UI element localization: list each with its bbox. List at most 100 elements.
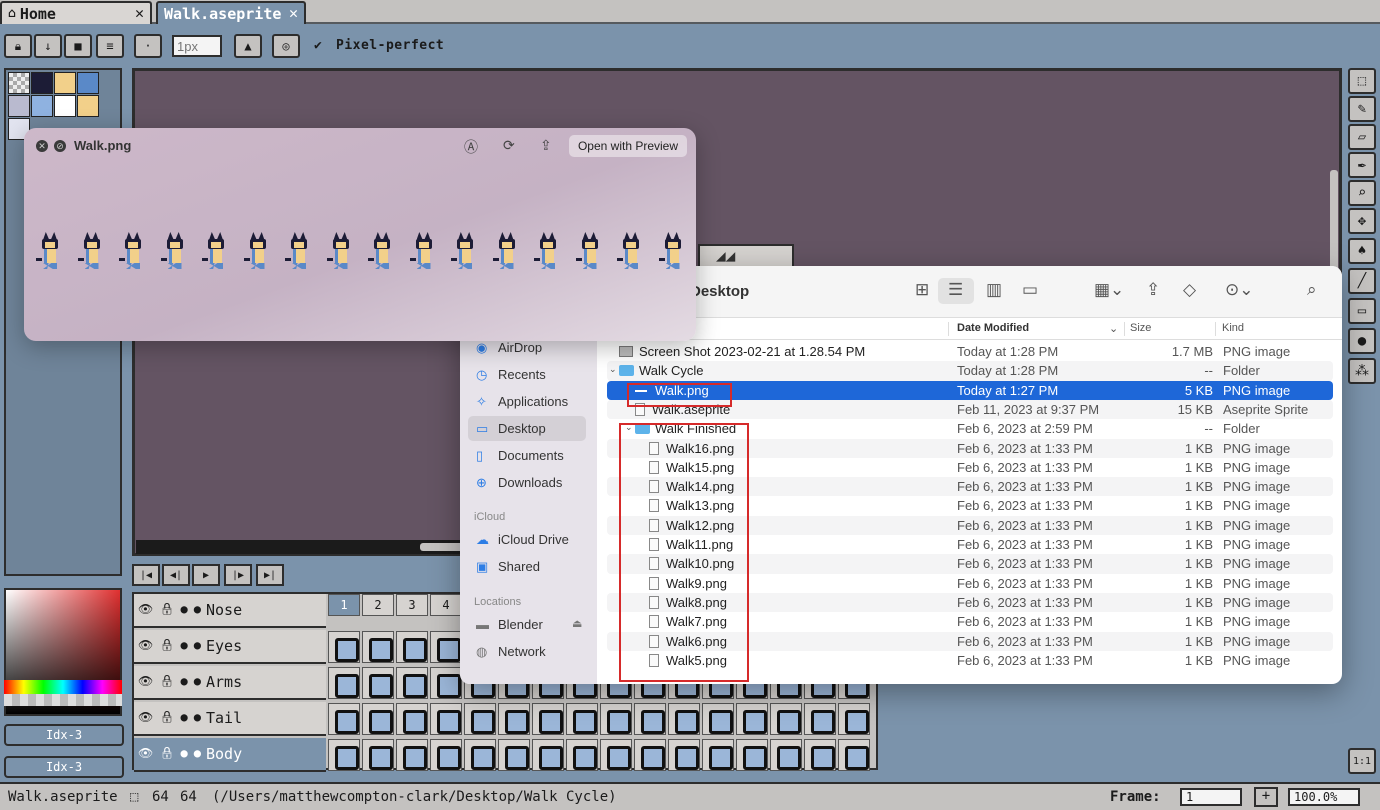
spray-tool[interactable]: ⁂ (1348, 358, 1376, 384)
frame-input[interactable]: 1 (1180, 788, 1242, 806)
timeline-cel[interactable] (532, 703, 564, 735)
timeline-cel[interactable] (634, 703, 666, 735)
brush-type-button[interactable]: · (134, 34, 162, 58)
palette-swatch[interactable] (31, 72, 53, 94)
timeline-cel[interactable] (498, 739, 530, 771)
sidebar-item-icloud-drive[interactable]: ☁ iCloud Drive (468, 527, 586, 552)
palette-swatch[interactable] (54, 72, 76, 94)
more-actions-icon[interactable]: ⊙⌄ (1225, 280, 1254, 300)
layer-row-nose[interactable]: 👁︎🔒︎●● Nose (134, 594, 326, 628)
palette-swatch[interactable] (77, 72, 99, 94)
sidebar-item-shared[interactable]: ▣ Shared (468, 554, 586, 579)
column-size[interactable]: Size (1130, 322, 1151, 334)
timeline-cel[interactable] (328, 667, 360, 699)
timeline-cel[interactable] (736, 739, 768, 771)
pixel-perfect-checkbox[interactable]: ✔ (314, 38, 322, 53)
zoom-input[interactable]: 100.0% (1288, 788, 1360, 806)
timeline-grid-button[interactable]: 1:1 (1348, 748, 1376, 774)
tag-icon[interactable]: ◇ (1183, 280, 1196, 300)
frame-header-4[interactable]: 4 (430, 594, 462, 616)
gallery-view-button[interactable]: ▭ (1022, 280, 1038, 300)
timeline-cel[interactable] (396, 667, 428, 699)
frame-header-3[interactable]: 3 (396, 594, 428, 616)
layer-row-arms[interactable]: 👁︎🔒︎●● Arms (134, 666, 326, 700)
timeline-cel[interactable] (328, 631, 360, 663)
ink-button[interactable]: ▲ (234, 34, 262, 58)
eject-icon[interactable]: ⏏ (572, 612, 582, 637)
palette-swatch[interactable] (31, 95, 53, 117)
lock-button[interactable]: 🔒︎ (4, 34, 32, 58)
tab-home[interactable]: ⌂ Home ✕ (0, 1, 152, 24)
group-by-button[interactable]: ▦⌄ (1094, 280, 1124, 300)
timeline-cel[interactable] (668, 703, 700, 735)
last-frame-button[interactable]: ▶| (256, 564, 284, 586)
column-date-modified[interactable]: Date Modified (957, 322, 1029, 334)
rotate-icon[interactable]: ⟳ (503, 137, 515, 154)
background-index-button[interactable]: Idx-3 (4, 756, 124, 778)
share-icon[interactable]: ⇪ (540, 137, 552, 154)
timeline-cel[interactable] (362, 739, 394, 771)
layer-row-body[interactable]: 👁︎🔒︎●● Body (134, 738, 326, 772)
column-view-button[interactable]: ▥ (986, 280, 1002, 300)
sidebar-item-recents[interactable]: ◷ Recents (468, 362, 586, 387)
timeline-cel[interactable] (770, 739, 802, 771)
timeline-cel[interactable] (566, 739, 598, 771)
eyedropper-tool[interactable]: ✒ (1348, 152, 1376, 178)
layer-row-tail[interactable]: 👁︎🔒︎●● Tail (134, 702, 326, 736)
layer-row-eyes[interactable]: 👁︎🔒︎●● Eyes (134, 630, 326, 664)
alpha-slider[interactable] (4, 694, 122, 706)
share-icon[interactable]: ⇪ (1146, 280, 1160, 300)
timeline-cel[interactable] (362, 667, 394, 699)
timeline-cel[interactable] (464, 703, 496, 735)
timeline-cel[interactable] (770, 703, 802, 735)
timeline-cel[interactable] (804, 739, 836, 771)
hue-slider[interactable] (4, 680, 122, 694)
sort-chevron-icon[interactable]: ⌄ (1109, 322, 1118, 335)
fullscreen-button[interactable]: ⊘ (54, 140, 66, 152)
timeline-cel[interactable] (464, 739, 496, 771)
move-tool[interactable]: ✥ (1348, 208, 1376, 234)
tab-file-close-button[interactable]: ✕ (289, 4, 298, 22)
timeline-cel[interactable] (566, 703, 598, 735)
open-with-preview-button[interactable]: Open with Preview (569, 135, 687, 157)
timeline-cel[interactable] (362, 703, 394, 735)
frame-header-2[interactable]: 2 (362, 594, 394, 616)
sidebar-item-blender[interactable]: ▬ Blender ⏏ (468, 612, 586, 637)
timeline-cel[interactable] (804, 703, 836, 735)
timeline-cel[interactable] (396, 739, 428, 771)
marquee-tool[interactable]: ⬚ (1348, 68, 1376, 94)
palette-swatch[interactable] (77, 95, 99, 117)
file-row[interactable]: ⌄ Walk Cycle Today at 1:28 PM -- Folder (607, 361, 1333, 381)
timeline-cel[interactable] (430, 631, 462, 663)
line-tool[interactable]: ╱ (1348, 268, 1376, 294)
frame-header-1[interactable]: 1 (328, 594, 360, 616)
close-button[interactable]: ✕ (36, 140, 48, 152)
timeline-cel[interactable] (600, 739, 632, 771)
sidebar-item-documents[interactable]: ▯ Documents (468, 443, 586, 468)
disclosure-chevron-icon[interactable]: ⌄ (609, 364, 617, 375)
sidebar-item-downloads[interactable]: ⊕ Downloads (468, 470, 586, 495)
timeline-cel[interactable] (430, 739, 462, 771)
timeline-cel[interactable] (600, 703, 632, 735)
sidebar-item-desktop[interactable]: ▭ Desktop (468, 416, 586, 441)
timeline-cel[interactable] (328, 739, 360, 771)
markup-icon[interactable]: Ⓐ (464, 137, 478, 157)
sidebar-item-network[interactable]: ◍ Network (468, 639, 586, 664)
opacity-button[interactable]: ◎ (272, 34, 300, 58)
rectangle-tool[interactable]: ▭ (1348, 298, 1376, 324)
timeline-cel[interactable] (532, 739, 564, 771)
eraser-tool[interactable]: ▱ (1348, 124, 1376, 150)
timeline-cel[interactable] (362, 631, 394, 663)
timeline-cel[interactable] (702, 703, 734, 735)
play-button[interactable]: ▶ (192, 564, 220, 586)
tab-walk-aseprite[interactable]: Walk.aseprite ✕ (156, 1, 306, 24)
timeline-cel[interactable] (328, 703, 360, 735)
timeline-cel[interactable] (838, 739, 870, 771)
timeline-cel[interactable] (430, 667, 462, 699)
timeline-cel[interactable] (498, 703, 530, 735)
first-frame-button[interactable]: |◀ (132, 564, 160, 586)
timeline-cel[interactable] (396, 631, 428, 663)
foreground-index-button[interactable]: Idx-3 (4, 724, 124, 746)
tab-home-close-button[interactable]: ✕ (135, 4, 144, 22)
zoom-tool[interactable]: ⌕ (1348, 180, 1376, 206)
